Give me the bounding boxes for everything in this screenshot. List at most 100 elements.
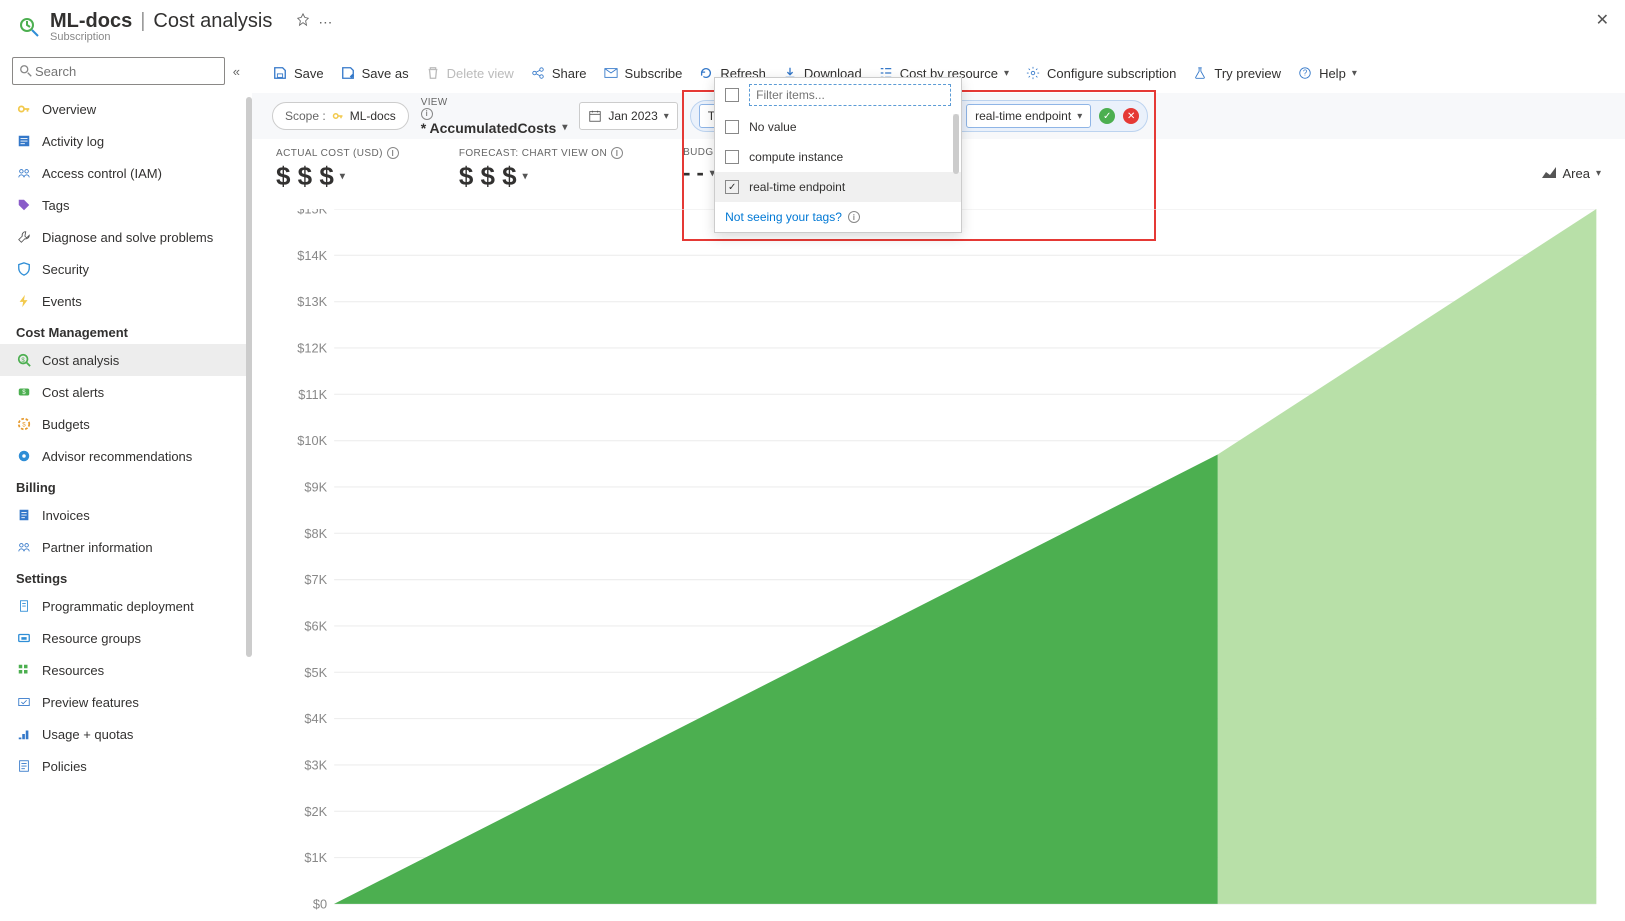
checkbox[interactable]: ✓ (725, 180, 739, 194)
filter-option[interactable]: No value (715, 112, 961, 142)
activity-icon (16, 133, 32, 149)
popup-scrollbar[interactable] (953, 114, 959, 196)
res-icon (16, 662, 32, 678)
chevron-down-icon[interactable]: ▾ (340, 171, 345, 182)
sidebar-item-access-control-iam-[interactable]: Access control (IAM) (0, 157, 252, 189)
sidebar-item-label: Invoices (42, 508, 90, 523)
svg-text:$11K: $11K (298, 388, 327, 402)
sidebar-item-label: Advisor recommendations (42, 449, 192, 464)
sidebar-item-tags[interactable]: Tags (0, 189, 252, 221)
sidebar-item-resource-groups[interactable]: Resource groups (0, 622, 252, 654)
sidebar-item-programmatic-deployment[interactable]: Programmatic deployment (0, 590, 252, 622)
chevron-down-icon[interactable]: ▾ (523, 171, 528, 182)
delete-view-button: Delete view (425, 65, 514, 81)
help-button[interactable]: ?Help▾ (1297, 65, 1357, 81)
sidebar-item-label: Partner information (42, 540, 153, 555)
sidebar-item-activity-log[interactable]: Activity log (0, 125, 252, 157)
refresh-icon (698, 65, 714, 81)
calendar-icon (588, 109, 602, 123)
save-as-icon (340, 65, 356, 81)
checkbox[interactable] (725, 150, 739, 164)
sidebar-item-partner-information[interactable]: Partner information (0, 531, 252, 563)
checkbox[interactable] (725, 120, 739, 134)
sidebar-item-cost-analysis[interactable]: $Cost analysis (0, 344, 252, 376)
more-icon[interactable]: ⋯ (318, 14, 332, 31)
sidebar-item-label: Programmatic deployment (42, 599, 194, 614)
alert-icon: $ (16, 384, 32, 400)
delete-icon (425, 65, 441, 81)
sidebar-group-settings: Settings (0, 563, 252, 590)
confirm-filter-icon[interactable]: ✓ (1099, 108, 1115, 124)
sidebar-item-invoices[interactable]: Invoices (0, 499, 252, 531)
svg-text:$5K: $5K (304, 666, 327, 680)
pin-icon[interactable] (296, 13, 310, 30)
chevron-down-icon: ▾ (1004, 68, 1009, 79)
sidebar-item-label: Cost alerts (42, 385, 104, 400)
kpi-actual-cost: ACTUAL COST (USD)i $ $ $▾ (276, 147, 399, 192)
preview-icon (16, 694, 32, 710)
sidebar-item-label: Preview features (42, 695, 139, 710)
try-preview-button[interactable]: Try preview (1192, 65, 1281, 81)
collapse-sidebar-icon[interactable]: « (233, 64, 240, 79)
area-chart-icon (1541, 165, 1557, 181)
cost-analysis-icon (16, 14, 42, 40)
sidebar-item-events[interactable]: Events (0, 285, 252, 317)
filter-option[interactable]: compute instance (715, 142, 961, 172)
close-icon[interactable]: ✕ (1596, 10, 1609, 30)
main-content: Save Save as Delete view Share Subscribe… (252, 53, 1625, 921)
deploy-icon (16, 598, 32, 614)
svg-text:$0: $0 (313, 898, 327, 912)
svg-text:$: $ (22, 389, 26, 396)
filter-value-popup: No valuecompute instance✓real-time endpo… (714, 77, 962, 233)
date-range-selector[interactable]: Jan 2023 ▾ (579, 102, 677, 130)
chart-type-selector[interactable]: Area ▾ (1541, 147, 1602, 181)
filter-items-input[interactable] (749, 84, 951, 106)
share-button[interactable]: Share (530, 65, 587, 81)
info-icon: i (387, 147, 399, 159)
save-as-button[interactable]: Save as (340, 65, 409, 81)
svg-text:$8K: $8K (304, 527, 327, 541)
chevron-down-icon: ▾ (1077, 111, 1082, 122)
key-icon (332, 110, 344, 122)
chevron-down-icon: ▾ (1596, 168, 1601, 179)
view-selector[interactable]: VIEW i * AccumulatedCosts▾ (421, 97, 568, 136)
filter-value-select[interactable]: real-time endpoint▾ (966, 104, 1091, 128)
svg-text:$9K: $9K (304, 481, 327, 495)
sidebar-group-cost-management: Cost Management (0, 317, 252, 344)
invoice-icon (16, 507, 32, 523)
svg-text:?: ? (1303, 69, 1308, 78)
sidebar-item-cost-alerts[interactable]: $ Cost alerts (0, 376, 252, 408)
sidebar-item-label: Resource groups (42, 631, 141, 646)
sidebar-item-advisor-recommendations[interactable]: Advisor recommendations (0, 440, 252, 472)
svg-text:$: $ (21, 357, 25, 364)
remove-filter-icon[interactable]: ✕ (1123, 108, 1139, 124)
usage-icon (16, 726, 32, 742)
configure-subscription-button[interactable]: Configure subscription (1025, 65, 1176, 81)
sidebar-item-security[interactable]: Security (0, 253, 252, 285)
missing-tags-link[interactable]: Not seeing your tags? i (715, 202, 961, 232)
subscribe-button[interactable]: Subscribe (603, 65, 683, 81)
save-button[interactable]: Save (272, 65, 324, 81)
sidebar-item-budgets[interactable]: $Budgets (0, 408, 252, 440)
sidebar-item-preview-features[interactable]: Preview features (0, 686, 252, 718)
sidebar-item-label: Events (42, 294, 82, 309)
sidebar-item-policies[interactable]: Policies (0, 750, 252, 782)
search-input[interactable] (33, 63, 218, 80)
gear-icon (1025, 65, 1041, 81)
sidebar-item-diagnose-and-solve-problems[interactable]: Diagnose and solve problems (0, 221, 252, 253)
sidebar-item-label: Access control (IAM) (42, 166, 162, 181)
scope-selector[interactable]: Scope : ML-docs (272, 102, 409, 130)
svg-text:$7K: $7K (304, 573, 327, 587)
policy-icon (16, 758, 32, 774)
svg-text:$2K: $2K (304, 805, 327, 819)
chevron-down-icon: ▾ (1352, 68, 1357, 79)
sidebar-scrollbar[interactable] (244, 89, 252, 921)
sidebar-item-resources[interactable]: Resources (0, 654, 252, 686)
sidebar-item-overview[interactable]: Overview (0, 93, 252, 125)
sidebar-item-usage-quotas[interactable]: Usage + quotas (0, 718, 252, 750)
sidebar-item-label: Policies (42, 759, 87, 774)
filter-option[interactable]: ✓real-time endpoint (715, 172, 961, 202)
select-all-checkbox[interactable] (725, 88, 739, 102)
sidebar-search[interactable] (12, 57, 225, 85)
sidebar: « OverviewActivity log Access control (IA… (0, 53, 252, 921)
